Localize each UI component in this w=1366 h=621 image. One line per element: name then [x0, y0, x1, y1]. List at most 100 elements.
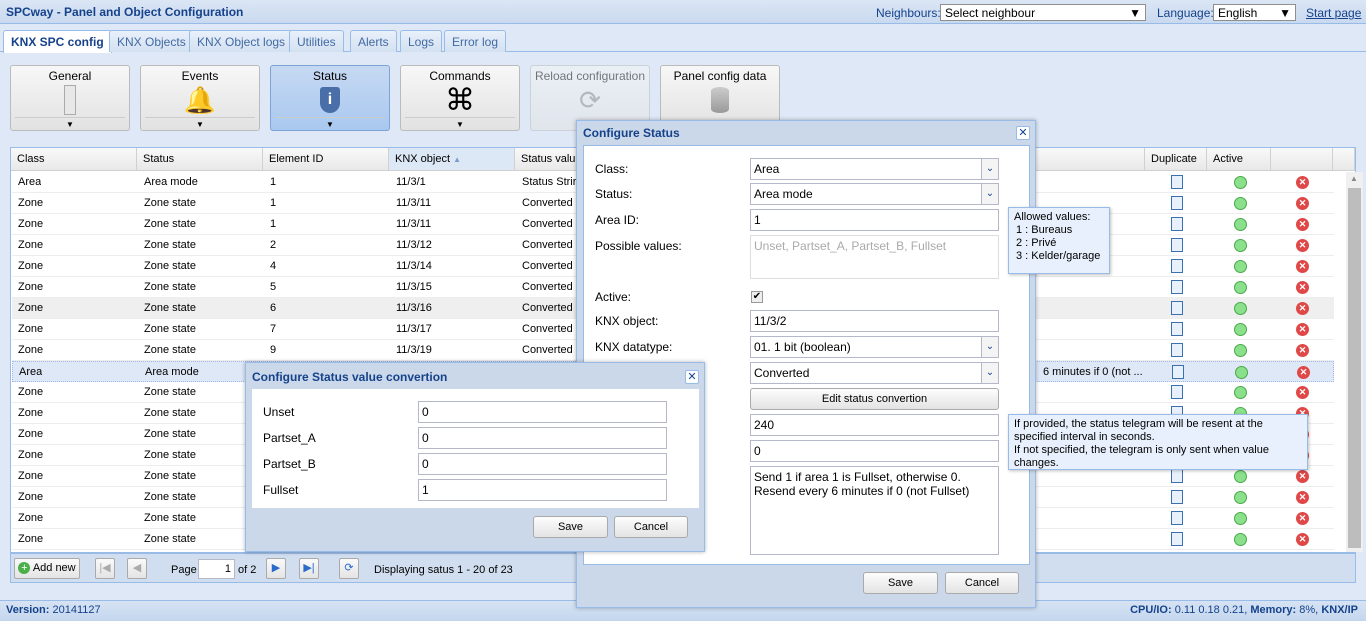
active-status-icon[interactable]: [1234, 344, 1247, 357]
column-header-element-id[interactable]: Element ID: [263, 148, 389, 171]
delete-icon[interactable]: ✕: [1297, 366, 1310, 379]
duplicate-icon[interactable]: [1171, 196, 1183, 210]
active-status-icon[interactable]: [1235, 366, 1248, 379]
active-status-icon[interactable]: [1234, 533, 1247, 546]
start-page-link[interactable]: Start page: [1306, 6, 1361, 20]
duplicate-icon[interactable]: [1171, 238, 1183, 252]
cancel-button[interactable]: Cancel: [614, 516, 688, 538]
column-header-knx-object[interactable]: KNX object ▲: [389, 148, 515, 171]
chevron-down-icon[interactable]: ⌄: [981, 159, 998, 179]
active-status-icon[interactable]: [1234, 281, 1247, 294]
possible-values-textarea[interactable]: Unset, Partset_A, Partset_B, Fullset: [750, 235, 999, 279]
status-mode-select[interactable]: Converted ⌄: [750, 362, 999, 384]
active-status-icon[interactable]: [1234, 491, 1247, 504]
delete-icon[interactable]: ✕: [1296, 281, 1309, 294]
page-input[interactable]: 1: [198, 559, 235, 579]
delete-icon[interactable]: ✕: [1296, 302, 1309, 315]
description-textarea[interactable]: Send 1 if area 1 is Fullset, otherwise 0…: [750, 466, 999, 555]
unset-input[interactable]: 0: [418, 401, 667, 423]
active-status-icon[interactable]: [1234, 260, 1247, 273]
tab-error-log[interactable]: Error log: [444, 30, 507, 52]
grid-scrollbar[interactable]: ▲: [1346, 172, 1363, 552]
column-header-duplicate[interactable]: Duplicate: [1145, 148, 1207, 171]
delete-icon[interactable]: ✕: [1296, 470, 1309, 483]
status-button[interactable]: Status i ▼: [270, 65, 390, 131]
delete-icon[interactable]: ✕: [1296, 323, 1309, 336]
area-id-input[interactable]: 1: [750, 209, 999, 231]
fullset-input[interactable]: 1: [418, 479, 667, 501]
duplicate-icon[interactable]: [1171, 217, 1183, 231]
active-status-icon[interactable]: [1234, 386, 1247, 399]
duplicate-icon[interactable]: [1171, 343, 1183, 357]
delete-icon[interactable]: ✕: [1296, 491, 1309, 504]
delete-icon[interactable]: ✕: [1296, 512, 1309, 525]
knx-datatype-select[interactable]: 01. 1 bit (boolean) ⌄: [750, 336, 999, 358]
partset-a-input[interactable]: 0: [418, 427, 667, 449]
column-header-delete[interactable]: [1271, 148, 1333, 171]
active-status-icon[interactable]: [1234, 323, 1247, 336]
active-status-icon[interactable]: [1234, 512, 1247, 525]
duplicate-icon[interactable]: [1171, 280, 1183, 294]
save-button[interactable]: Save: [863, 572, 938, 594]
column-header-class[interactable]: Class: [11, 148, 137, 171]
delete-icon[interactable]: ✕: [1296, 239, 1309, 252]
duplicate-icon[interactable]: [1171, 259, 1183, 273]
active-status-icon[interactable]: [1234, 176, 1247, 189]
tab-alerts[interactable]: Alerts: [350, 30, 397, 52]
active-status-icon[interactable]: [1234, 197, 1247, 210]
last-page-button[interactable]: ▶|: [299, 558, 319, 579]
active-status-icon[interactable]: [1234, 218, 1247, 231]
cancel-button[interactable]: Cancel: [945, 572, 1019, 594]
duplicate-icon[interactable]: [1171, 301, 1183, 315]
duplicate-icon[interactable]: [1171, 532, 1183, 546]
class-select[interactable]: Area ⌄: [750, 158, 999, 180]
general-button[interactable]: General ▼: [10, 65, 130, 131]
duplicate-icon[interactable]: [1171, 322, 1183, 336]
tab-logs[interactable]: Logs: [400, 30, 443, 52]
prev-page-button[interactable]: ◀: [127, 558, 147, 579]
delete-icon[interactable]: ✕: [1296, 218, 1309, 231]
scrollbar-thumb[interactable]: [1348, 188, 1361, 548]
duplicate-icon[interactable]: [1171, 175, 1183, 189]
active-checkbox[interactable]: ✔: [751, 291, 763, 303]
refresh-button[interactable]: ⟳: [339, 558, 359, 579]
column-header-status[interactable]: Status: [137, 148, 263, 171]
active-status-icon[interactable]: [1234, 470, 1247, 483]
first-page-button[interactable]: |◀: [95, 558, 115, 579]
chevron-down-icon[interactable]: ⌄: [981, 337, 998, 357]
delete-icon[interactable]: ✕: [1296, 176, 1309, 189]
duplicate-icon[interactable]: [1171, 511, 1183, 525]
partset-b-input[interactable]: 0: [418, 453, 667, 475]
scroll-up-icon[interactable]: ▲: [1350, 174, 1358, 183]
delete-icon[interactable]: ✕: [1296, 344, 1309, 357]
next-page-button[interactable]: ▶: [266, 558, 286, 579]
delete-icon[interactable]: ✕: [1296, 197, 1309, 210]
secondary-value-input[interactable]: 0: [750, 440, 999, 462]
events-button[interactable]: Events 🔔 ▼: [140, 65, 260, 131]
active-status-icon[interactable]: [1234, 239, 1247, 252]
edit-status-convertion-button[interactable]: Edit status convertion: [750, 388, 999, 410]
duplicate-icon[interactable]: [1172, 365, 1184, 379]
delete-icon[interactable]: ✕: [1296, 386, 1309, 399]
close-icon[interactable]: ✕: [1016, 126, 1030, 140]
commands-button[interactable]: Commands ⌘ ▼: [400, 65, 520, 131]
tab-knx-object-logs[interactable]: KNX Object logs: [189, 30, 294, 52]
chevron-down-icon[interactable]: ⌄: [981, 363, 998, 383]
resend-interval-input[interactable]: 240: [750, 414, 999, 436]
duplicate-icon[interactable]: [1171, 490, 1183, 504]
close-icon[interactable]: ✕: [685, 370, 699, 384]
delete-icon[interactable]: ✕: [1296, 260, 1309, 273]
neighbour-select[interactable]: Select neighbour ▼: [940, 4, 1146, 21]
tab-knx-spc-config[interactable]: KNX SPC config: [3, 30, 112, 53]
add-new-button[interactable]: + Add new: [14, 558, 80, 579]
column-header-active[interactable]: Active: [1207, 148, 1271, 171]
active-status-icon[interactable]: [1234, 302, 1247, 315]
tab-knx-objects[interactable]: KNX Objects: [109, 30, 194, 52]
duplicate-icon[interactable]: [1171, 469, 1183, 483]
save-button[interactable]: Save: [533, 516, 608, 538]
language-select[interactable]: English ▼: [1213, 4, 1296, 21]
status-select[interactable]: Area mode ⌄: [750, 183, 999, 205]
delete-icon[interactable]: ✕: [1296, 533, 1309, 546]
chevron-down-icon[interactable]: ⌄: [981, 184, 998, 204]
duplicate-icon[interactable]: [1171, 385, 1183, 399]
